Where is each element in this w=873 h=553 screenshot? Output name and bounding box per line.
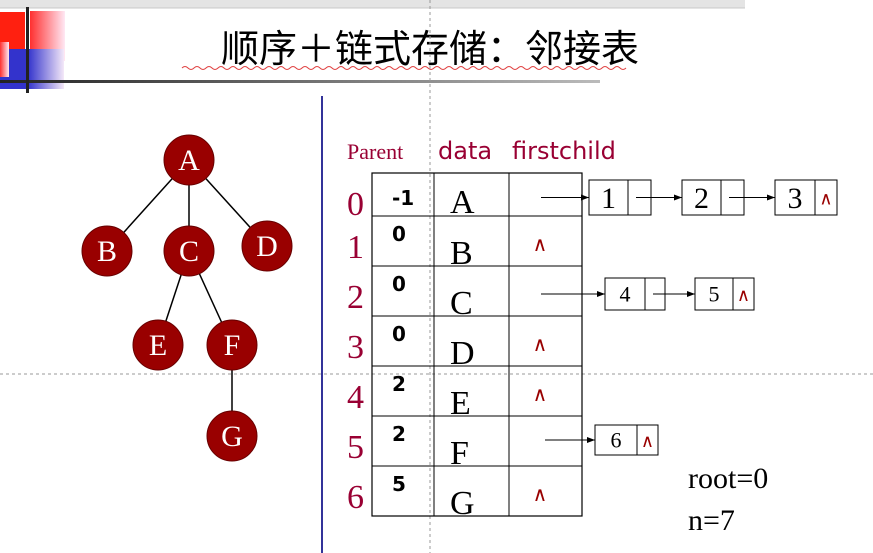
row-index: 4 bbox=[347, 379, 364, 416]
tree-node-label: E bbox=[149, 329, 167, 362]
list-node-value: 6 bbox=[611, 428, 622, 453]
list-node: 6 ∧ bbox=[594, 424, 659, 456]
list-node-value: 5 bbox=[709, 282, 720, 307]
tree-node-b: B bbox=[81, 225, 133, 277]
table-row: 0 -1 A bbox=[347, 184, 475, 223]
header-data: data bbox=[438, 137, 492, 165]
tree-node-c: C bbox=[163, 225, 215, 277]
row-index: 2 bbox=[347, 279, 364, 316]
tree-node-label: D bbox=[256, 230, 278, 263]
parent-cell: -1 bbox=[392, 186, 414, 210]
row-index: 1 bbox=[347, 229, 364, 266]
parent-cell: 0 bbox=[392, 322, 406, 346]
tree-node-label: G bbox=[221, 420, 243, 453]
data-cell: E bbox=[450, 385, 471, 422]
root-label: root=0 bbox=[688, 462, 768, 495]
header-parent: Parent bbox=[347, 139, 403, 164]
parent-cell: 5 bbox=[392, 472, 406, 496]
tree-node-label: A bbox=[178, 144, 200, 177]
tree-node-d: D bbox=[241, 220, 293, 272]
list-node-value: 2 bbox=[694, 182, 709, 215]
tree-node-label: B bbox=[97, 235, 117, 268]
child-list-row0: 1 2 3 ∧ bbox=[541, 179, 838, 216]
parent-cell: 2 bbox=[392, 422, 406, 446]
parent-cell: 0 bbox=[392, 272, 406, 296]
adjacency-table: 0 -1 A 1 0 B ∧ 2 0 C 3 0 D ∧ 4 2 E ∧ 5 2 F 6 5 G ∧ bbox=[347, 172, 583, 522]
data-cell: C bbox=[450, 285, 473, 322]
firstchild-cell: ∧ bbox=[533, 382, 548, 406]
firstchild-cell: ∧ bbox=[533, 232, 548, 256]
list-node: 3 ∧ bbox=[774, 179, 838, 216]
child-lists: 1 2 3 ∧4 5 ∧6 ∧ bbox=[541, 179, 838, 456]
tree-node-g: G bbox=[206, 410, 258, 462]
list-node-next: ∧ bbox=[641, 431, 654, 452]
data-cell: D bbox=[450, 335, 475, 372]
tree-node-e: E bbox=[132, 319, 184, 371]
row-index: 6 bbox=[347, 479, 364, 516]
data-cell: F bbox=[450, 435, 469, 472]
parent-cell: 2 bbox=[392, 372, 406, 396]
parent-cell: 0 bbox=[392, 222, 406, 246]
table-row: 3 0 D ∧ bbox=[347, 322, 547, 372]
table-row: 4 2 E ∧ bbox=[347, 372, 547, 422]
slide: 顺序＋链式存储：邻接表 AB C DE FG Parent data firstchi… bbox=[0, 0, 873, 553]
table-row: 6 5 G ∧ bbox=[347, 472, 547, 522]
row-index: 0 bbox=[347, 186, 364, 223]
n-label: n=7 bbox=[688, 504, 735, 537]
firstchild-cell: ∧ bbox=[533, 482, 548, 506]
row-index: 5 bbox=[347, 429, 364, 466]
header-firstchild: firstchild bbox=[512, 137, 616, 165]
tree-node-a: A bbox=[163, 134, 215, 186]
child-list-row5: 6 ∧ bbox=[545, 424, 659, 456]
data-cell: A bbox=[450, 184, 475, 221]
top-strip bbox=[0, 0, 745, 8]
table-row: 2 0 C bbox=[347, 272, 473, 322]
tree-node-f: F bbox=[206, 319, 258, 371]
table-row: 1 0 B ∧ bbox=[347, 222, 547, 272]
list-node: 5 ∧ bbox=[694, 277, 755, 311]
list-node-value: 4 bbox=[620, 282, 631, 307]
list-node-next: ∧ bbox=[737, 285, 750, 306]
list-node-value: 1 bbox=[601, 182, 616, 215]
table-row: 5 2 F bbox=[347, 422, 469, 472]
data-cell: B bbox=[450, 235, 473, 272]
data-cell: G bbox=[450, 485, 475, 522]
child-list-row2: 4 5 ∧ bbox=[541, 277, 755, 311]
list-node-value: 3 bbox=[788, 182, 803, 215]
row-index: 3 bbox=[347, 329, 364, 366]
tree-node-label: C bbox=[179, 235, 199, 268]
tree-node-label: F bbox=[224, 329, 241, 362]
firstchild-cell: ∧ bbox=[533, 332, 548, 356]
list-node-next: ∧ bbox=[819, 189, 832, 210]
tree-diagram: A B C D E F G bbox=[81, 134, 293, 462]
